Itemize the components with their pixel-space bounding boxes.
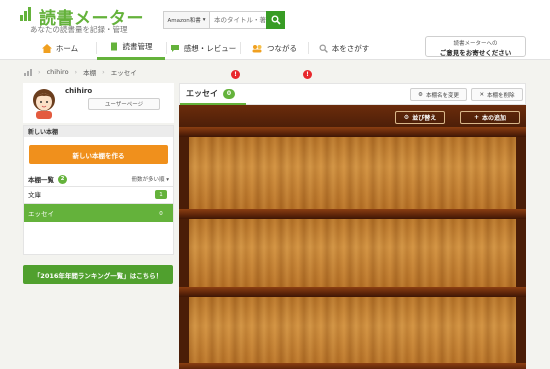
tab-essay-label: エッセイ <box>186 89 218 98</box>
user-page-button[interactable]: ユーザーページ <box>88 98 160 110</box>
sort-books-button[interactable]: ⚙ 並び替え <box>395 111 445 124</box>
shelf-row-2 <box>189 219 516 289</box>
create-shelf-button[interactable]: 新しい本棚を作る <box>29 145 168 164</box>
home-icon <box>41 43 52 53</box>
notification-badge: ! <box>303 70 312 79</box>
nav-find-books[interactable]: 本をさがす <box>309 36 379 60</box>
search-category-label: Amazon和書 <box>167 18 201 24</box>
nav-find-books-label: 本をさがす <box>331 43 370 53</box>
logo-tagline: あなたの読書量を記録・管理 <box>30 25 128 34</box>
search-button[interactable] <box>266 11 285 29</box>
nav-reading-management-label: 読書管理 <box>122 42 153 51</box>
rename-shelf-label: 本棚名を変更 <box>425 92 459 99</box>
chevron-down-icon: ▾ <box>166 177 169 183</box>
add-book-label: 本の追加 <box>482 115 507 122</box>
book-icon <box>110 42 117 51</box>
breadcrumb-current: エッセイ <box>110 69 137 77</box>
breadcrumb-separator: › <box>102 68 105 76</box>
nav-reading-management[interactable]: 読書管理 <box>97 36 165 60</box>
gear-icon: ⚙ <box>418 91 423 98</box>
shelf-panel: 新しい本棚 新しい本棚を作る 本棚一覧 2 冊数が多い順 ▾ 文庫 1 エッセイ… <box>23 125 174 255</box>
rename-shelf-button[interactable]: ⚙ 本棚名を変更 <box>410 88 467 101</box>
profile-card: chihiro ユーザーページ <box>23 83 174 123</box>
breadcrumb-separator: › <box>38 68 41 76</box>
delete-shelf-button[interactable]: ✕ 本棚を削除 <box>471 88 523 101</box>
feedback-button[interactable]: 読書メーターへの ご意見をお寄せください <box>425 36 526 57</box>
site-header: 読書メーター あなたの読書量を記録・管理 Amazon和書 ▾ <box>0 0 550 36</box>
nav-connect[interactable]: つながる <box>241 36 307 60</box>
breadcrumb: › chihiro › 本棚 › エッセイ <box>24 67 137 77</box>
bar-chart-logo-icon <box>20 7 36 21</box>
sort-books-label: 並び替え <box>412 115 437 122</box>
new-shelf-heading: 新しい本棚 <box>24 126 173 137</box>
bar-chart-icon[interactable] <box>24 68 32 76</box>
shelf-count-badge: 2 <box>58 174 67 184</box>
plus-icon: + <box>473 114 479 121</box>
shelf-item-bunko[interactable]: 文庫 1 <box>24 186 173 201</box>
shelf-ledge <box>179 209 526 219</box>
shelf-ledge <box>179 363 526 369</box>
tab-essay[interactable]: エッセイ 0 <box>180 84 246 105</box>
shelf-name: 文庫 <box>28 191 41 199</box>
shelf-ledge <box>179 127 526 137</box>
tab-essay-count: 0 <box>223 88 235 99</box>
nav-home[interactable]: ホーム <box>30 36 90 60</box>
nav-home-label: ホーム <box>55 43 79 53</box>
shelf-name: エッセイ <box>28 210 54 218</box>
shelf-list-header: 本棚一覧 2 冊数が多い順 ▾ <box>24 173 173 185</box>
shelf-row-1 <box>189 137 516 211</box>
breadcrumb-bookshelf[interactable]: 本棚 <box>83 67 96 77</box>
shelf-list-heading: 本棚一覧 <box>28 176 54 184</box>
shelf-book-count: 1 <box>155 190 167 199</box>
bookshelf: ⚙ 並び替え + 本の追加 <box>179 105 526 369</box>
shelf-item-essay[interactable]: エッセイ 0 <box>24 203 173 222</box>
shelf-header: エッセイ 0 ⚙ 本棚名を変更 ✕ 本棚を削除 <box>179 83 526 105</box>
speech-bubble-icon <box>170 44 179 52</box>
shelf-row-3 <box>189 297 516 369</box>
profile-username: chihiro <box>65 87 93 95</box>
feedback-line2: ご意見をお寄せください <box>439 49 512 57</box>
nav-reviews-label: 感想・レビュー <box>183 43 237 53</box>
close-icon: ✕ <box>479 91 485 98</box>
notification-badge: ! <box>231 70 240 79</box>
delete-shelf-label: 本棚を削除 <box>487 92 515 99</box>
breadcrumb-user[interactable]: chihiro <box>47 68 69 76</box>
sort-select[interactable]: 冊数が多い順 ▾ <box>131 175 169 183</box>
nav-reviews[interactable]: 感想・レビュー <box>167 36 239 60</box>
magnifier-icon <box>319 44 328 53</box>
shelf-book-count: 0 <box>159 210 163 217</box>
add-book-button[interactable]: + 本の追加 <box>460 111 520 124</box>
feedback-line1: 読書メーターへの <box>453 41 498 47</box>
chevron-down-icon: ▾ <box>202 17 206 23</box>
gear-icon: ⚙ <box>403 114 410 121</box>
breadcrumb-separator: › <box>74 68 78 76</box>
search-icon <box>271 15 281 25</box>
nav-connect-label: つながる <box>267 43 297 53</box>
sort-label: 冊数が多い順 <box>131 177 165 183</box>
ranking-2016-button[interactable]: 「2016年年間ランキング一覧」はこちら！ <box>23 265 173 284</box>
search-category-select[interactable]: Amazon和書 ▾ <box>163 11 209 29</box>
people-icon <box>252 44 262 52</box>
shelf-ledge <box>179 287 526 297</box>
avatar[interactable] <box>31 87 57 119</box>
